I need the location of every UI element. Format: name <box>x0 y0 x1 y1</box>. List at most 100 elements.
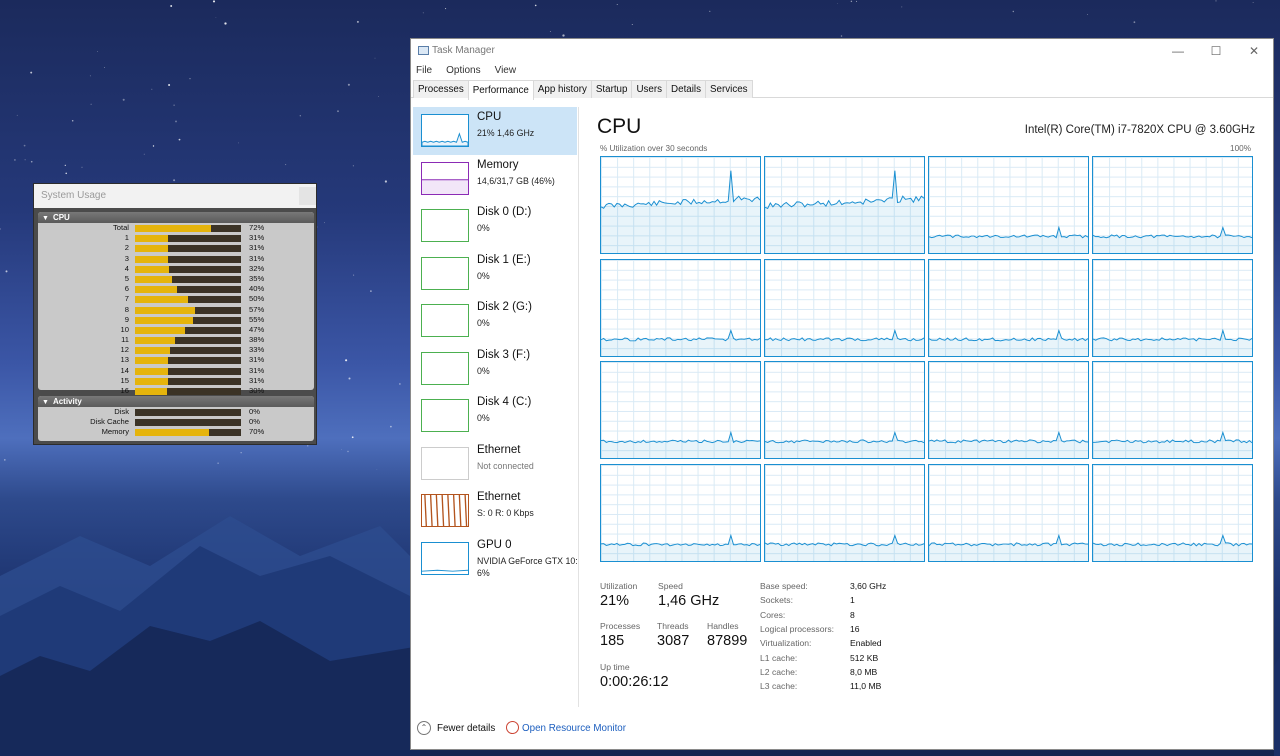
usage-row: 15 31% <box>38 376 314 386</box>
sidebar-thumbnail-graph <box>421 541 469 575</box>
utilization-value: 21% <box>600 593 630 609</box>
usage-row-percent: 31% <box>249 375 265 385</box>
sidebar-item-ethernet[interactable]: Ethernet S: 0 R: 0 Kbps <box>413 487 577 535</box>
usage-bar-fill <box>135 306 196 314</box>
sidebar-item-gpu-0[interactable]: GPU 0 NVIDIA GeForce GTX 10: 6% <box>413 535 578 583</box>
sidebar-item-name: Ethernet <box>477 491 521 503</box>
threads-label: Threads <box>657 621 689 631</box>
sidebar-thumbnail-graph <box>421 351 469 385</box>
open-resource-monitor-link[interactable]: Open Resource Monitor <box>522 723 626 734</box>
cpu-detail-key: Sockets: <box>760 595 793 606</box>
sidebar-thumbnail-graph <box>421 446 469 480</box>
sidebar-item-detail: S: 0 R: 0 Kbps <box>477 508 534 518</box>
page-title: CPU <box>597 115 642 138</box>
sidebar-item-ethernet[interactable]: Ethernet Not connected <box>413 440 577 488</box>
usage-row-label: 16 <box>120 386 129 395</box>
cpu-core-graph <box>928 463 1089 562</box>
sidebar-thumbnail-graph <box>421 494 469 527</box>
cpu-detail-key: L1 cache: <box>760 652 798 663</box>
usage-bar <box>135 367 241 375</box>
threads-value: 3087 <box>657 633 690 649</box>
usage-bar <box>135 326 241 334</box>
tab-services[interactable]: Services <box>705 80 753 98</box>
cpu-model-name: Intel(R) Core(TM) i7-7820X CPU @ 3.60GHz <box>1024 124 1255 136</box>
usage-row-label: Total <box>112 223 129 232</box>
cpu-core-graph <box>600 156 761 254</box>
usage-row-percent: 40% <box>249 284 265 294</box>
usage-row-percent: 35% <box>249 273 265 283</box>
chevron-up-icon[interactable]: ⌃ <box>417 721 431 735</box>
usage-row: 3 31% <box>38 254 314 264</box>
usage-row-label: 15 <box>120 375 129 385</box>
logical-processor-graphs[interactable] <box>600 156 1253 562</box>
usage-row-percent: 57% <box>249 304 265 314</box>
cpu-core-graph <box>1092 258 1253 357</box>
usage-row-label: 5 <box>124 273 129 283</box>
tab-details[interactable]: Details <box>666 80 706 98</box>
usage-row: 1 31% <box>38 233 314 243</box>
sidebar-item-disk-1-e[interactable]: Disk 1 (E:) 0% <box>413 250 577 298</box>
resource-monitor-icon[interactable] <box>506 721 519 734</box>
menu-file[interactable]: File <box>416 65 432 76</box>
cpu-core-graph <box>928 156 1089 254</box>
window-title: Task Manager <box>432 45 495 56</box>
task-manager-window[interactable]: Task Manager — ☐ ✕ File Options View Proce… <box>410 38 1274 750</box>
usage-bar <box>135 377 241 385</box>
usage-row: 11 38% <box>38 335 314 345</box>
usage-row-percent: 31% <box>249 355 265 365</box>
fewer-details-button[interactable]: Fewer details <box>437 723 495 734</box>
sidebar-item-cpu[interactable]: CPU 21% 1,46 GHz <box>413 107 577 155</box>
menu-options[interactable]: Options <box>446 65 480 76</box>
minimize-button[interactable]: — <box>1159 39 1197 63</box>
processes-label: Processes <box>600 621 641 631</box>
cpu-panel-header[interactable]: ▼ CPU <box>38 212 314 223</box>
tab-processes[interactable]: Processes <box>413 80 469 98</box>
tab-app-history[interactable]: App history <box>532 80 592 98</box>
sidebar-item-detail: 0% <box>477 413 490 423</box>
sidebar-item-disk-4-c[interactable]: Disk 4 (C:) 0% <box>413 392 577 440</box>
activity-panel-header[interactable]: ▼ Activity <box>38 396 314 407</box>
usage-bar-fill <box>135 245 168 253</box>
sidebar-item-disk-2-g[interactable]: Disk 2 (G:) 0% <box>413 297 577 345</box>
usage-bar <box>135 316 241 324</box>
usage-bar-fill <box>135 377 168 385</box>
speed-value: 1,46 GHz <box>658 593 720 609</box>
tab-startup[interactable]: Startup <box>590 80 633 98</box>
tab-performance[interactable]: Performance <box>467 80 534 100</box>
usage-row-percent: 50% <box>249 294 265 304</box>
usage-bar <box>135 347 241 355</box>
cpu-core-graph <box>764 463 925 562</box>
utilization-max: 100% <box>1230 144 1251 153</box>
maximize-button[interactable]: ☐ <box>1197 39 1235 63</box>
gadget-titlebar[interactable]: System Usage <box>34 184 316 208</box>
cpu-detail-value: 3,60 GHz <box>850 581 887 591</box>
usage-bar-fill <box>135 326 185 334</box>
usage-row-label: 11 <box>121 335 129 345</box>
sidebar-item-name: GPU 0 <box>477 538 512 551</box>
gadget-close-button[interactable] <box>299 187 316 205</box>
usage-bar-fill <box>135 255 168 263</box>
usage-bar-fill <box>135 429 210 437</box>
system-usage-gadget[interactable]: System Usage ▼ CPU Total 72% 1 31% 2 31% 3 31% 4 3… <box>33 183 317 445</box>
sidebar-item-detail: 14,6/31,7 GB (46%) <box>477 175 555 186</box>
window-titlebar[interactable]: Task Manager — ☐ ✕ <box>411 39 1273 63</box>
usage-row-label: 9 <box>124 314 129 324</box>
sidebar-item-name: Memory <box>477 158 519 171</box>
sidebar-item-disk-3-f[interactable]: Disk 3 (F:) 0% <box>413 345 577 393</box>
activity-panel: ▼ Activity Disk 0% Disk Cache 0% Memory 70% <box>38 396 314 441</box>
usage-bar-fill <box>135 367 168 375</box>
close-button[interactable]: ✕ <box>1235 39 1273 63</box>
usage-row-percent: 31% <box>249 243 265 253</box>
usage-bar-fill <box>135 265 169 273</box>
sidebar-item-disk-0-d[interactable]: Disk 0 (D:) 0% <box>413 202 577 250</box>
usage-row-label: 14 <box>120 365 129 375</box>
sidebar-item-memory[interactable]: Memory 14,6/31,7 GB (46%) <box>413 155 577 203</box>
usage-row: 8 57% <box>38 305 314 315</box>
tab-users[interactable]: Users <box>631 80 668 98</box>
usage-row: 10 47% <box>38 325 314 335</box>
cpu-core-graph <box>764 361 925 459</box>
usage-row: 9 55% <box>38 315 314 325</box>
menu-view[interactable]: View <box>495 65 517 76</box>
cpu-detail-key: L3 cache: <box>760 681 798 692</box>
usage-bar <box>135 296 241 304</box>
